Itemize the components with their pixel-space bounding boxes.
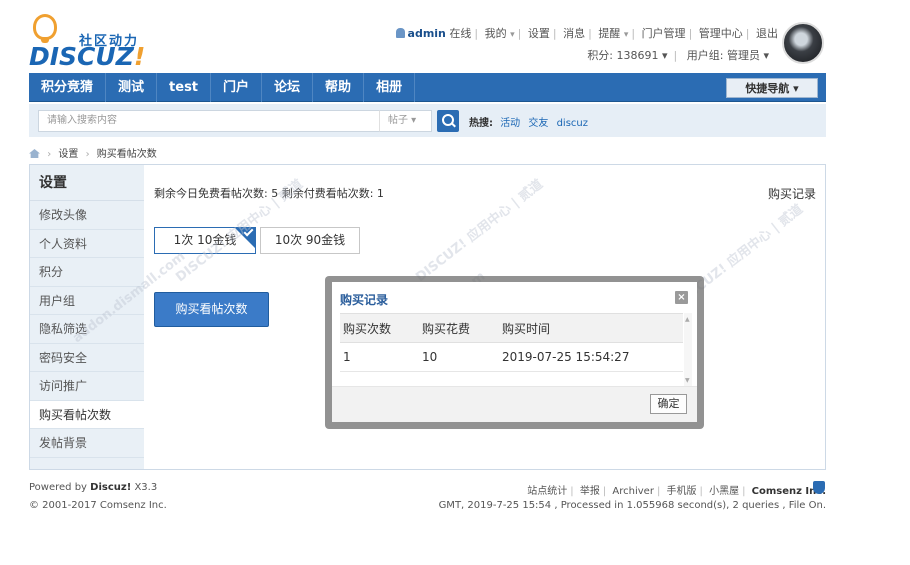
scroll-up-icon[interactable]: ▲: [685, 316, 690, 323]
hot-word-link[interactable]: 活动: [500, 118, 520, 129]
credits-link[interactable]: 积分: 138691: [587, 49, 658, 62]
chevron-down-icon: ▾: [623, 30, 629, 40]
hot-word-link[interactable]: discuz: [557, 118, 588, 129]
buy-views-button[interactable]: 购买看帖次数: [154, 292, 269, 327]
search-bar: 请输入搜索内容 帖子 ▾ 热搜: 活动 交友 discuz: [29, 104, 826, 137]
settings-sidebar: 设置 修改头像 个人资料 积分 用户组 隐私筛选 密码安全 访问推广 购买看帖次…: [30, 165, 144, 469]
footer-link-blackroom[interactable]: 小黑屋: [709, 486, 739, 497]
nav-item-test[interactable]: test: [157, 73, 212, 102]
option-label: 1次 10金钱: [173, 233, 237, 247]
avatar[interactable]: [782, 22, 824, 64]
sidebar-item-credits[interactable]: 积分: [30, 258, 144, 287]
reminders-link[interactable]: 提醒: [598, 27, 620, 40]
copyright: © 2001-2017 Comsenz Inc.: [29, 500, 167, 511]
search-button[interactable]: [437, 110, 459, 132]
sidebar-item-profile[interactable]: 个人资料: [30, 230, 144, 258]
breadcrumb: › 设置 › 购买看帖次数: [29, 145, 157, 160]
logo-en-text: DISCUZ!: [29, 42, 146, 71]
bulb-logo-icon: [33, 14, 57, 43]
nav-item-forum[interactable]: 论坛: [262, 73, 314, 102]
user-stats: 积分: 138691 ▾ | 用户组: 管理员 ▾: [587, 49, 769, 62]
scroll-down-icon[interactable]: ▼: [685, 377, 690, 384]
sidebar-item-avatar[interactable]: 修改头像: [30, 201, 144, 230]
sidebar-item-password[interactable]: 密码安全: [30, 344, 144, 372]
nav-item-help[interactable]: 帮助: [313, 73, 365, 102]
admin-center-link[interactable]: 管理中心: [699, 27, 743, 40]
option-10-views[interactable]: 10次 90金钱: [260, 227, 360, 254]
quick-nav-button[interactable]: 快捷导航 ▾: [726, 78, 818, 98]
footer-link-archiver[interactable]: Archiver: [612, 486, 654, 497]
breadcrumb-separator-icon: ›: [47, 149, 52, 160]
dialog-title: 购买记录: [340, 293, 389, 307]
table-scrollbar[interactable]: ▲ ▼: [684, 313, 692, 386]
sidebar-item-privacy[interactable]: 隐私筛选: [30, 315, 144, 344]
remaining-views-text: 剩余今日免费看帖次数: 5 剩余付费看帖次数: 1: [154, 187, 384, 200]
my-menu[interactable]: 我的: [485, 27, 507, 40]
messages-link[interactable]: 消息: [563, 27, 585, 40]
footer-link-stats[interactable]: 站点统计: [527, 486, 567, 497]
powered-by: Powered by Discuz! X3.3: [29, 482, 158, 493]
close-icon[interactable]: ×: [675, 291, 688, 304]
option-label: 10次 90金钱: [274, 233, 346, 247]
shield-icon[interactable]: [813, 481, 825, 494]
cell-time: 2019-07-25 15:54:27: [502, 350, 630, 364]
sidebar-title: 设置: [30, 165, 144, 201]
buy-record-dialog: 购买记录 × 购买次数 购买花费 购买时间 1 10 2019-07-25 15…: [332, 282, 697, 422]
breadcrumb-settings[interactable]: 设置: [58, 149, 78, 160]
usergroup-link[interactable]: 用户组: 管理员: [687, 49, 760, 62]
logout-link[interactable]: 退出: [756, 27, 778, 40]
search-input[interactable]: 请输入搜索内容: [38, 110, 408, 132]
table-row: 1 10 2019-07-25 15:54:27: [340, 343, 683, 372]
buy-record-link[interactable]: 购买记录: [768, 185, 816, 202]
column-header: 购买时间: [502, 322, 551, 336]
chevron-down-icon: ▾: [662, 49, 668, 62]
record-table: 购买次数 购买花费 购买时间 1 10 2019-07-25 15:54:27: [340, 313, 683, 372]
home-icon[interactable]: [29, 149, 40, 158]
discuz-logo[interactable]: 社区动力 DISCUZ!: [29, 12, 149, 71]
cell-cost: 10: [422, 350, 438, 364]
breadcrumb-separator-icon: ›: [85, 149, 90, 160]
cell-count: 1: [343, 350, 351, 364]
option-1-view[interactable]: 1次 10金钱: [154, 226, 256, 254]
ok-button[interactable]: 确定: [650, 394, 687, 414]
hot-word-link[interactable]: 交友: [528, 118, 548, 129]
online-status[interactable]: 在线: [449, 27, 471, 40]
username-link[interactable]: admin: [408, 27, 446, 40]
hot-search: 热搜: 活动 交友 discuz: [469, 114, 593, 129]
discuz-link[interactable]: Discuz!: [90, 482, 131, 493]
dialog-footer: 确定: [332, 386, 697, 422]
search-type-select[interactable]: 帖子 ▾: [379, 110, 432, 132]
nav-item-points-quiz[interactable]: 积分竞猜: [29, 73, 107, 102]
main-nav: 积分竞猜 测试 test 门户 论坛 帮助 相册 快捷导航 ▾: [29, 73, 826, 102]
chevron-down-icon: ▾: [510, 30, 515, 40]
footer-link-report[interactable]: 举报: [580, 486, 600, 497]
nav-item-portal[interactable]: 门户: [211, 73, 263, 102]
column-header: 购买次数: [343, 322, 392, 336]
footer-link-mobile[interactable]: 手机版: [667, 486, 697, 497]
nav-item-test-cn[interactable]: 测试: [106, 73, 158, 102]
footer-links: 站点统计 | 举报 | Archiver | 手机版 | 小黑屋 | Comsenz In…: [527, 486, 826, 497]
sidebar-item-promotion[interactable]: 访问推广: [30, 372, 144, 401]
hot-search-label: 热搜:: [469, 118, 493, 129]
chevron-down-icon: ▾: [763, 49, 769, 62]
nav-item-album[interactable]: 相册: [364, 73, 416, 102]
column-header: 购买花费: [422, 322, 471, 336]
settings-link[interactable]: 设置: [528, 27, 550, 40]
footer-stats: GMT, 2019-7-25 15:54 , Processed in 1.05…: [438, 500, 826, 511]
sidebar-item-usergroup[interactable]: 用户组: [30, 287, 144, 315]
breadcrumb-current: 购买看帖次数: [96, 149, 157, 160]
user-bar: admin 在线 | 我的 ▾ | 设置 | 消息 | 提醒 ▾ | 门户管理 | 管理中心…: [395, 25, 778, 41]
sidebar-item-buy-views[interactable]: 购买看帖次数: [30, 400, 144, 429]
portal-admin-link[interactable]: 门户管理: [642, 27, 686, 40]
table-header: 购买次数 购买花费 购买时间: [340, 313, 683, 343]
user-icon: [395, 28, 405, 38]
sidebar-item-post-background[interactable]: 发帖背景: [30, 429, 144, 458]
